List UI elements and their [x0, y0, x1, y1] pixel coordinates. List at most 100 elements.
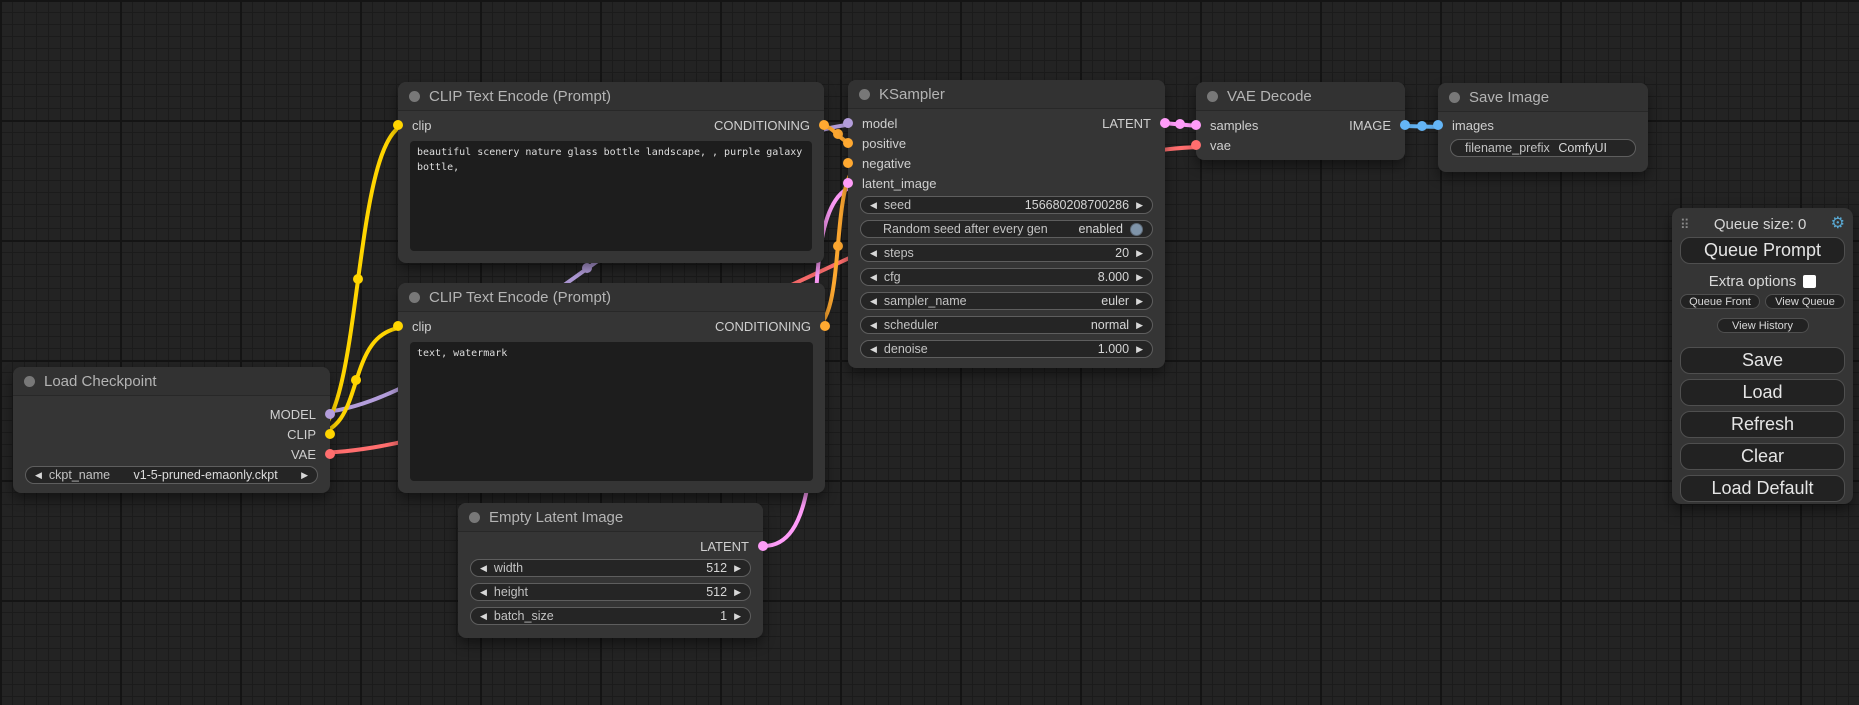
increment-arrow-icon[interactable]: ▶ [734, 612, 741, 621]
port-latent-image-input[interactable] [843, 178, 853, 188]
increment-arrow-icon[interactable]: ▶ [301, 471, 308, 480]
widget-width[interactable]: ◀ width 512 ▶ [470, 559, 751, 577]
widget-ckpt-name[interactable]: ◀ ckpt_name v1-5-pruned-emaonly.ckpt ▶ [25, 466, 318, 484]
widget-denoise[interactable]: ◀ denoise 1.000 ▶ [860, 340, 1153, 358]
collapse-dot-icon[interactable] [24, 376, 35, 387]
queue-prompt-button[interactable]: Queue Prompt [1680, 237, 1845, 264]
output-row-model: MODEL [13, 404, 330, 424]
decrement-arrow-icon[interactable]: ◀ [870, 273, 877, 282]
node-title-bar[interactable]: VAE Decode [1196, 82, 1405, 111]
widget-value: euler [1101, 294, 1129, 308]
decrement-arrow-icon[interactable]: ◀ [35, 471, 42, 480]
input-row-vae: vae [1196, 135, 1405, 155]
widget-label: height [494, 585, 528, 599]
increment-arrow-icon[interactable]: ▶ [1136, 297, 1143, 306]
node-title-bar[interactable]: Load Checkpoint [13, 367, 330, 396]
port-negative-input[interactable] [843, 158, 853, 168]
extra-options-checkbox[interactable] [1803, 275, 1816, 288]
link-dot-clip2 [351, 375, 361, 385]
clear-button[interactable]: Clear [1680, 443, 1845, 470]
widget-value: 156680208700286 [1025, 198, 1129, 212]
collapse-dot-icon[interactable] [859, 89, 870, 100]
port-model-input[interactable] [843, 118, 853, 128]
widget-random-seed-toggle[interactable]: Random seed after every gen enabled [860, 220, 1153, 238]
prompt-text-input[interactable]: beautiful scenery nature glass bottle la… [410, 141, 812, 251]
node-graph-canvas[interactable]: Load Checkpoint MODEL CLIP VAE ◀ ckpt_na… [0, 0, 1859, 705]
increment-arrow-icon[interactable]: ▶ [1136, 321, 1143, 330]
port-model-output[interactable] [325, 409, 335, 419]
widget-height[interactable]: ◀ height 512 ▶ [470, 583, 751, 601]
increment-arrow-icon[interactable]: ▶ [734, 564, 741, 573]
decrement-arrow-icon[interactable]: ◀ [870, 249, 877, 258]
node-load-checkpoint[interactable]: Load Checkpoint MODEL CLIP VAE ◀ ckpt_na… [13, 367, 330, 493]
collapse-dot-icon[interactable] [1449, 92, 1460, 103]
widget-label: denoise [884, 342, 928, 356]
port-vae-input[interactable] [1191, 140, 1201, 150]
increment-arrow-icon[interactable]: ▶ [1136, 273, 1143, 282]
link-dot-model [582, 263, 592, 273]
port-conditioning-output[interactable] [820, 321, 830, 331]
increment-arrow-icon[interactable]: ▶ [1136, 249, 1143, 258]
node-vae-decode[interactable]: VAE Decode samples IMAGE vae [1196, 82, 1405, 160]
view-history-button[interactable]: View History [1717, 318, 1809, 333]
decrement-arrow-icon[interactable]: ◀ [870, 201, 877, 210]
collapse-dot-icon[interactable] [409, 91, 420, 102]
load-button[interactable]: Load [1680, 379, 1845, 406]
node-empty-latent-image[interactable]: Empty Latent Image LATENT ◀ width 512 ▶ … [458, 503, 763, 638]
port-images-input[interactable] [1433, 120, 1443, 130]
node-clip-text-encode-negative[interactable]: CLIP Text Encode (Prompt) clip CONDITION… [398, 283, 825, 493]
node-ksampler[interactable]: KSampler model LATENT positive negative … [848, 80, 1165, 368]
port-vae-output[interactable] [325, 449, 335, 459]
port-positive-input[interactable] [843, 138, 853, 148]
input-row-latent-image: latent_image [848, 173, 1165, 193]
widget-sampler-name[interactable]: ◀ sampler_name euler ▶ [860, 292, 1153, 310]
port-conditioning-output[interactable] [819, 120, 829, 130]
save-button[interactable]: Save [1680, 347, 1845, 374]
port-latent-output[interactable] [758, 541, 768, 551]
widget-batch-size[interactable]: ◀ batch_size 1 ▶ [470, 607, 751, 625]
port-clip-input[interactable] [393, 120, 403, 130]
node-title-bar[interactable]: Save Image [1438, 83, 1648, 112]
refresh-button[interactable]: Refresh [1680, 411, 1845, 438]
widget-filename-prefix[interactable]: filename_prefix ComfyUI [1450, 139, 1636, 157]
port-samples-input[interactable] [1191, 120, 1201, 130]
decrement-arrow-icon[interactable]: ◀ [870, 297, 877, 306]
toggle-knob[interactable] [1130, 223, 1143, 236]
widget-label: seed [884, 198, 911, 212]
collapse-dot-icon[interactable] [469, 512, 480, 523]
increment-arrow-icon[interactable]: ▶ [1136, 345, 1143, 354]
decrement-arrow-icon[interactable]: ◀ [480, 612, 487, 621]
node-title: KSampler [879, 86, 945, 103]
widget-cfg[interactable]: ◀ cfg 8.000 ▶ [860, 268, 1153, 286]
node-title-bar[interactable]: Empty Latent Image [458, 503, 763, 532]
queue-front-button[interactable]: Queue Front [1680, 294, 1760, 309]
widget-value: 8.000 [1098, 270, 1129, 284]
increment-arrow-icon[interactable]: ▶ [1136, 201, 1143, 210]
collapse-dot-icon[interactable] [1207, 91, 1218, 102]
port-clip-output[interactable] [325, 429, 335, 439]
node-title-bar[interactable]: CLIP Text Encode (Prompt) [398, 82, 824, 111]
prompt-text-input[interactable]: text, watermark [410, 342, 813, 481]
increment-arrow-icon[interactable]: ▶ [734, 588, 741, 597]
port-latent-output[interactable] [1160, 118, 1170, 128]
view-queue-button[interactable]: View Queue [1765, 294, 1845, 309]
node-title-bar[interactable]: KSampler [848, 80, 1165, 109]
decrement-arrow-icon[interactable]: ◀ [870, 321, 877, 330]
widget-seed[interactable]: ◀ seed 156680208700286 ▶ [860, 196, 1153, 214]
node-clip-text-encode-positive[interactable]: CLIP Text Encode (Prompt) clip CONDITION… [398, 82, 824, 263]
node-save-image[interactable]: Save Image images filename_prefix ComfyU… [1438, 83, 1648, 172]
widget-value: 512 [706, 585, 727, 599]
node-title-bar[interactable]: CLIP Text Encode (Prompt) [398, 283, 825, 312]
decrement-arrow-icon[interactable]: ◀ [870, 345, 877, 354]
settings-gear-icon[interactable]: ⚙ [1831, 216, 1845, 232]
port-clip-input[interactable] [393, 321, 403, 331]
collapse-dot-icon[interactable] [409, 292, 420, 303]
port-image-output[interactable] [1400, 120, 1410, 130]
load-default-button[interactable]: Load Default [1680, 475, 1845, 502]
decrement-arrow-icon[interactable]: ◀ [480, 588, 487, 597]
widget-value: ComfyUI [1558, 141, 1607, 155]
drag-handle-icon[interactable]: ⠿ [1680, 218, 1690, 231]
widget-scheduler[interactable]: ◀ scheduler normal ▶ [860, 316, 1153, 334]
decrement-arrow-icon[interactable]: ◀ [480, 564, 487, 573]
widget-steps[interactable]: ◀ steps 20 ▶ [860, 244, 1153, 262]
